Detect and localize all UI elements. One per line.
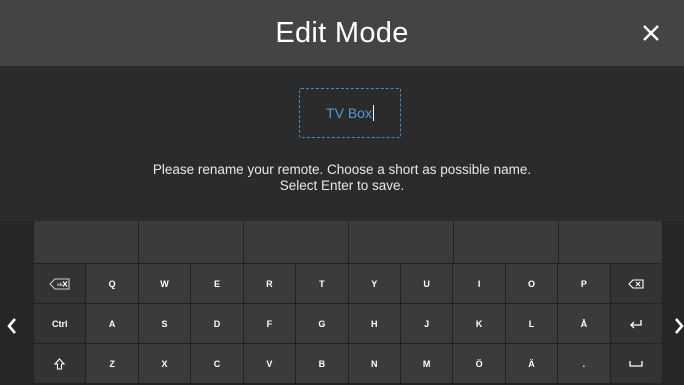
close-icon — [643, 25, 659, 41]
key-g[interactable]: G — [296, 304, 348, 343]
key-a[interactable]: A — [86, 304, 138, 343]
suggestion-slot[interactable] — [454, 221, 558, 263]
key-w[interactable]: W — [138, 264, 191, 303]
shift-key[interactable] — [34, 344, 86, 383]
key-x[interactable]: X — [138, 344, 191, 383]
header-bar: Edit Mode — [0, 0, 684, 66]
backspace-key[interactable] — [610, 264, 663, 303]
remote-name-field[interactable]: TV Box — [299, 88, 401, 138]
instructions-line-1: Please rename your remote. Choose a shor… — [152, 162, 532, 177]
chevron-left-icon — [0, 316, 34, 336]
key-p[interactable]: P — [558, 264, 610, 303]
enter-key[interactable] — [610, 304, 663, 343]
key-n[interactable]: N — [348, 344, 400, 383]
key-m[interactable]: M — [400, 344, 453, 383]
key-s[interactable]: S — [138, 304, 191, 343]
text-caret — [372, 105, 374, 121]
keyboard-scroll-left[interactable] — [0, 221, 34, 385]
space-icon — [629, 360, 643, 367]
keyboard-row-3: Z X C V B N M Ö Ä . — [34, 344, 663, 383]
clear-all-icon: ab — [48, 277, 70, 290]
clear-all-key[interactable]: ab — [34, 264, 86, 303]
key-k[interactable]: K — [453, 304, 505, 343]
keyboard-row-2: Ctrl A S D F G H J K L Å — [34, 304, 663, 343]
key-o[interactable]: O — [505, 264, 558, 303]
key-d[interactable]: D — [191, 304, 243, 343]
key-b[interactable]: B — [296, 344, 348, 383]
ctrl-key[interactable]: Ctrl — [34, 304, 86, 343]
key-y[interactable]: Y — [348, 264, 400, 303]
keyboard-suggestion-row — [34, 221, 662, 263]
key-a-umlaut[interactable]: Ä — [505, 344, 558, 383]
edit-area: TV Box Please rename your remote. Choose… — [0, 66, 684, 221]
instructions-text: Please rename your remote. Choose a shor… — [0, 162, 684, 194]
key-r[interactable]: R — [243, 264, 296, 303]
key-v[interactable]: V — [243, 344, 296, 383]
backspace-icon — [628, 278, 644, 289]
key-f[interactable]: F — [243, 304, 296, 343]
key-i[interactable]: I — [453, 264, 505, 303]
suggestion-slot[interactable] — [559, 221, 662, 263]
remote-name-value: TV Box — [326, 105, 372, 121]
key-t[interactable]: T — [296, 264, 348, 303]
instructions-line-2: Select Enter to save. — [279, 178, 405, 193]
shift-icon — [54, 357, 66, 370]
key-o-umlaut[interactable]: Ö — [453, 344, 505, 383]
suggestion-slot[interactable] — [139, 221, 243, 263]
key-period[interactable]: . — [558, 344, 610, 383]
key-z[interactable]: Z — [86, 344, 138, 383]
key-j[interactable]: J — [400, 304, 453, 343]
suggestion-slot[interactable] — [244, 221, 348, 263]
keyboard-row-1: ab Q W E R T Y U I O P — [34, 264, 663, 303]
page-title: Edit Mode — [275, 16, 409, 49]
close-button[interactable] — [636, 18, 666, 48]
key-c[interactable]: C — [191, 344, 243, 383]
on-screen-keyboard: ab Q W E R T Y U I O P Ctrl A S D F G H — [0, 221, 684, 385]
key-u[interactable]: U — [400, 264, 453, 303]
key-e[interactable]: E — [191, 264, 243, 303]
svg-text:ab: ab — [57, 282, 63, 287]
key-h[interactable]: H — [348, 304, 400, 343]
space-key[interactable] — [610, 344, 663, 383]
suggestion-slot[interactable] — [34, 221, 138, 263]
key-l[interactable]: L — [505, 304, 558, 343]
suggestion-slot[interactable] — [349, 221, 453, 263]
key-a-ring[interactable]: Å — [558, 304, 610, 343]
enter-icon — [630, 319, 642, 328]
key-q[interactable]: Q — [86, 264, 138, 303]
